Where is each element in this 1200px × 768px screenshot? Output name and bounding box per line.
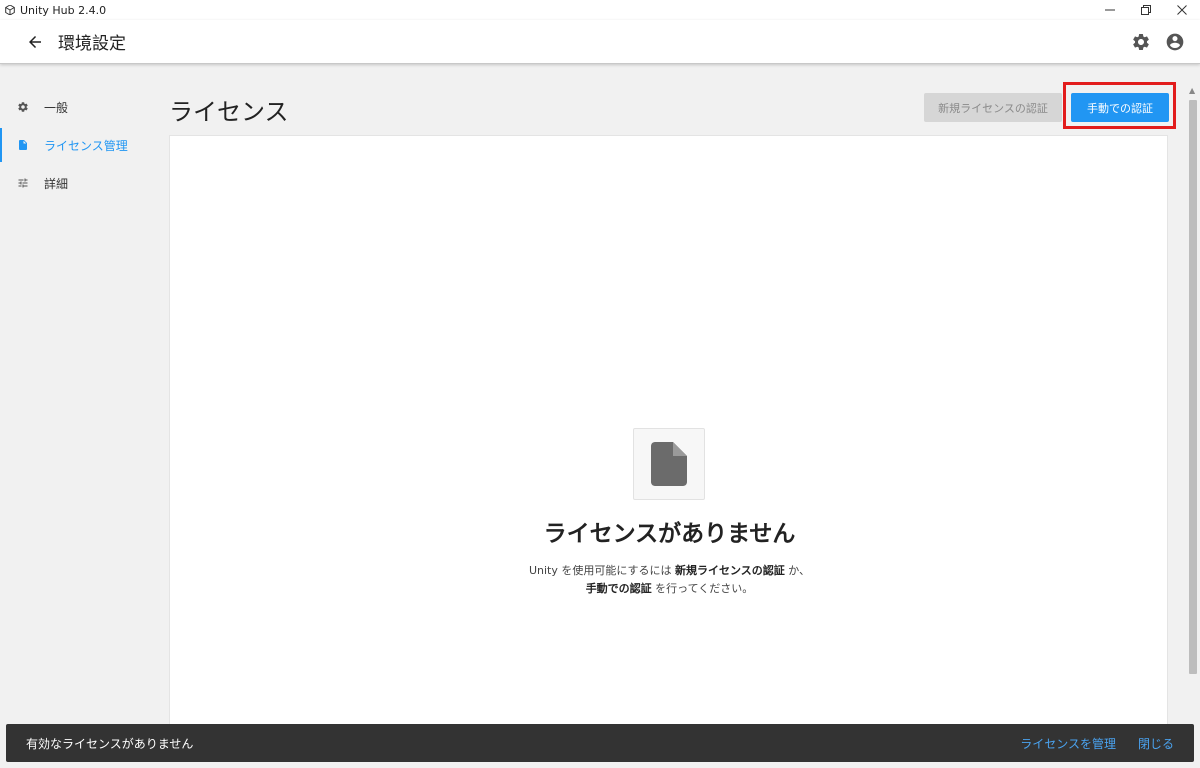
sidebar-item-advanced[interactable]: 詳細 — [0, 164, 160, 202]
empty-state-icon-box — [633, 428, 705, 500]
account-icon — [1166, 33, 1184, 51]
window-titlebar: Unity Hub 2.4.0 — [0, 0, 1200, 20]
snackbar-actions: ライセンスを管理 閉じる — [998, 724, 1174, 762]
close-snackbar-link[interactable]: 閉じる — [1138, 735, 1174, 752]
desc-text: Unity を使用可能にするには — [528, 564, 675, 577]
window-title: Unity Hub 2.4.0 — [20, 3, 107, 17]
restore-button[interactable] — [1128, 0, 1164, 20]
page-header-title: 環境設定 — [58, 34, 126, 54]
notification-snackbar: 有効なライセンスがありません ライセンスを管理 閉じる — [6, 724, 1194, 762]
settings-sidebar: 一般 ライセンス管理 詳細 — [0, 88, 160, 202]
minimize-button[interactable] — [1092, 0, 1128, 20]
empty-desc-line2: 手動での認証 を行ってください。 — [170, 580, 1169, 598]
document-icon — [651, 442, 687, 486]
desc-text: か、 — [784, 564, 811, 577]
scroll-thumb[interactable] — [1189, 100, 1197, 674]
sidebar-item-license-management[interactable]: ライセンス管理 — [0, 126, 160, 164]
desc-text: を行ってください。 — [651, 582, 754, 595]
gear-icon — [1133, 33, 1149, 50]
empty-state-description: Unity を使用可能にするには 新規ライセンスの認証 か、 手動での認証 を行… — [170, 562, 1169, 598]
scroll-up-icon[interactable]: ▲ — [1189, 86, 1195, 95]
app-header: 環境設定 — [0, 20, 1200, 64]
arrow-left-icon — [29, 35, 41, 48]
window-controls — [1092, 0, 1200, 20]
minimize-icon — [1105, 9, 1115, 11]
manage-license-link[interactable]: ライセンスを管理 — [1020, 735, 1116, 752]
account-button[interactable] — [1160, 27, 1190, 57]
empty-state-title: ライセンスがありません — [543, 521, 796, 547]
document-icon — [16, 138, 30, 152]
empty-desc-line1: Unity を使用可能にするには 新規ライセンスの認証 か、 — [170, 562, 1169, 580]
sidebar-item-label: 詳細 — [44, 176, 69, 191]
page-title: ライセンス — [169, 98, 289, 126]
license-list-panel: ライセンスがありません Unity を使用可能にするには 新規ライセンスの認証 … — [169, 135, 1168, 735]
settings-button[interactable] — [1126, 27, 1156, 57]
sliders-icon — [16, 176, 30, 190]
desc-bold-new-license: 新規ライセンスの認証 — [674, 564, 785, 577]
close-icon — [1177, 5, 1187, 15]
new-license-button[interactable]: 新規ライセンスの認証 — [924, 93, 1062, 122]
manual-activation-button[interactable]: 手動での認証 — [1071, 93, 1169, 122]
header-actions — [1122, 27, 1190, 57]
gear-icon — [16, 100, 30, 114]
sidebar-item-general[interactable]: 一般 — [0, 88, 160, 126]
desc-bold-manual: 手動での認証 — [585, 582, 652, 595]
unity-logo-icon — [4, 5, 15, 16]
snackbar-message: 有効なライセンスがありません — [26, 736, 194, 751]
sidebar-item-label: ライセンス管理 — [44, 138, 128, 153]
close-button[interactable] — [1164, 0, 1200, 20]
sidebar-item-label: 一般 — [44, 100, 69, 115]
back-button[interactable] — [20, 27, 50, 57]
restore-icon — [1141, 5, 1151, 15]
vertical-scrollbar[interactable]: ▲ — [1186, 86, 1200, 736]
